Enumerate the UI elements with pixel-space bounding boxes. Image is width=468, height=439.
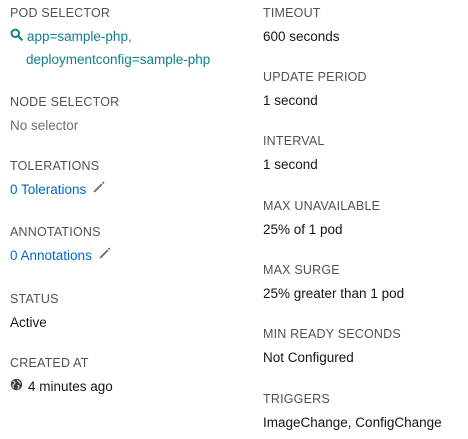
pod-selector-field: POD SELECTOR app=sample-php, deploymentc…	[10, 5, 210, 70]
status-label: STATUS	[10, 292, 59, 306]
annotations-value[interactable]: 0 Annotations	[10, 246, 92, 266]
pod-selector-line2[interactable]: deploymentconfig=sample-php	[10, 50, 210, 70]
min-ready-seconds-value: Not Configured	[263, 350, 354, 365]
interval-field: INTERVAL 1 second	[263, 133, 325, 175]
node-selector-value: No selector	[10, 118, 79, 133]
created-at-timestamp: 4 minutes ago	[10, 377, 113, 397]
max-surge-label: MAX SURGE	[263, 263, 340, 277]
max-unavailable-value: 25% of 1 pod	[263, 222, 343, 237]
min-ready-seconds-field: MIN READY SECONDS Not Configured	[263, 326, 401, 368]
max-surge-field: MAX SURGE 25% greater than 1 pod	[263, 262, 404, 304]
min-ready-seconds-label: MIN READY SECONDS	[263, 327, 401, 341]
status-field: STATUS Active	[10, 291, 59, 333]
node-selector-field: NODE SELECTOR No selector	[10, 94, 119, 136]
globe-icon	[10, 377, 23, 397]
created-at-label: CREATED AT	[10, 356, 89, 370]
update-period-label: UPDATE PERIOD	[263, 70, 367, 84]
annotations-label: ANNOTATIONS	[10, 225, 101, 239]
search-icon	[10, 27, 23, 47]
triggers-label: TRIGGERS	[263, 392, 330, 406]
timeout-label: TIMEOUT	[263, 6, 321, 20]
update-period-value: 1 second	[263, 93, 318, 108]
created-at-field: CREATED AT 4 minutes ago	[10, 355, 113, 397]
timeout-field: TIMEOUT 600 seconds	[263, 5, 340, 47]
interval-label: INTERVAL	[263, 134, 325, 148]
pod-selector-line1[interactable]: app=sample-php,	[27, 27, 132, 47]
created-at-value: 4 minutes ago	[28, 379, 113, 394]
triggers-value: ImageChange, ConfigChange	[263, 415, 442, 430]
pencil-icon[interactable]	[98, 246, 112, 266]
pencil-icon[interactable]	[92, 180, 106, 200]
timeout-value: 600 seconds	[263, 29, 340, 44]
annotations-field: ANNOTATIONS 0 Annotations	[10, 224, 112, 266]
annotations-edit-link[interactable]: 0 Annotations	[10, 246, 112, 266]
max-surge-value: 25% greater than 1 pod	[263, 286, 405, 301]
max-unavailable-field: MAX UNAVAILABLE 25% of 1 pod	[263, 198, 380, 240]
tolerations-field: TOLERATIONS 0 Tolerations	[10, 158, 106, 200]
pod-selector-label: POD SELECTOR	[10, 6, 111, 20]
tolerations-label: TOLERATIONS	[10, 159, 100, 173]
tolerations-edit-link[interactable]: 0 Tolerations	[10, 180, 106, 200]
node-selector-label: NODE SELECTOR	[10, 95, 120, 109]
status-value: Active	[10, 315, 47, 330]
update-period-field: UPDATE PERIOD 1 second	[263, 69, 367, 111]
tolerations-value[interactable]: 0 Tolerations	[10, 180, 86, 200]
interval-value: 1 second	[263, 157, 318, 172]
triggers-field: TRIGGERS ImageChange, ConfigChange	[263, 391, 442, 433]
max-unavailable-label: MAX UNAVAILABLE	[263, 199, 381, 213]
pod-selector-value[interactable]: app=sample-php, deploymentconfig=sample-…	[10, 27, 210, 70]
